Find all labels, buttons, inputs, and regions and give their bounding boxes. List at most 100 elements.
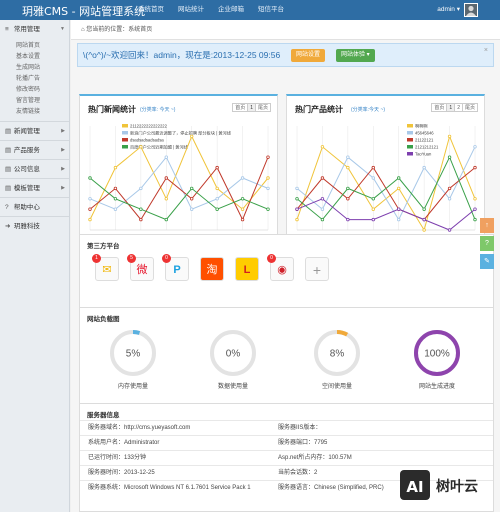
data-point	[88, 207, 92, 211]
mail-glyph: ✉	[102, 264, 112, 276]
notification-badge: 0	[267, 254, 276, 263]
data-point	[295, 207, 299, 211]
gauge-value: 8%	[330, 349, 345, 360]
close-icon[interactable]: ×	[484, 47, 488, 54]
gauge-label: 数据使用量	[217, 384, 248, 390]
sidebar-group-products[interactable]: ▤ 产品服务 ▶	[0, 140, 69, 159]
mail-icon[interactable]: ✉ 1	[92, 254, 119, 281]
memory-gauge: 5% 内存使用量	[108, 328, 158, 390]
app-logo[interactable]: 玥雅CMS - 网站管理系统	[22, 3, 145, 19]
info-cell: 当前会话数：2	[278, 470, 318, 476]
data-point	[139, 186, 143, 191]
weibo2-icon[interactable]: ◉ 0	[267, 254, 294, 281]
add-icon[interactable]: +	[305, 257, 329, 281]
info-cell: 服务器IIS版本：	[278, 425, 322, 431]
data-point	[422, 217, 426, 222]
data-point	[266, 176, 270, 180]
chevron-right-icon: ▶	[61, 185, 65, 191]
edit-icon: ✎	[484, 258, 490, 265]
data-point	[190, 186, 194, 191]
info-row: 系统用户名：Administrator 服务器端口：7795	[80, 435, 493, 450]
sidebar-group-label: 产品服务	[13, 147, 40, 154]
taobao-glyph: 淘	[206, 264, 218, 276]
legend-label: 21122121	[415, 138, 434, 143]
sidebar-group-news[interactable]: ▤ 新闻管理 ▶	[0, 121, 69, 140]
list-icon: ▤	[5, 147, 12, 154]
weibo-icon[interactable]: 微 5	[127, 254, 154, 281]
section-title: 第三方平台	[87, 243, 120, 250]
user-menu[interactable]: admin ▾	[437, 0, 460, 20]
nav-item-home[interactable]: 系统首页	[131, 0, 171, 20]
pager-last[interactable]: 尾页	[254, 103, 271, 112]
sidebar-group-company[interactable]: ▤ 公司信息 ▶	[0, 159, 69, 178]
sidebar-item-banner[interactable]: 轮播广告	[0, 74, 69, 85]
data-point	[397, 176, 401, 180]
chart-pager: 首页 1 2 尾页	[431, 103, 478, 112]
data-point	[164, 176, 168, 180]
data-point	[240, 217, 245, 222]
gauge-label: 网站生成进度	[418, 384, 455, 390]
sidebar-group-common[interactable]: ≡ 常用管理 ▼	[0, 20, 69, 39]
list-icon: ▤	[5, 185, 12, 192]
data-point	[371, 176, 375, 180]
l-app-icon[interactable]: L	[235, 257, 259, 281]
gauge-value: 5%	[126, 349, 141, 360]
data-point	[164, 217, 168, 222]
sidebar-group-templates[interactable]: ▤ 模板管理 ▶	[0, 178, 69, 197]
sidebar-group-label: 新闻管理	[13, 128, 40, 135]
sidebar-item-settings[interactable]: 基本设置	[0, 52, 69, 63]
progress-gauge: 100% 网站生成进度	[412, 328, 462, 390]
taobao-icon[interactable]: 淘	[200, 257, 224, 281]
feedback-button[interactable]: ✎	[480, 254, 494, 269]
chart-subtitle[interactable]: (分类率: 今天 ~)	[140, 106, 175, 113]
nav-item-mail[interactable]: 企业邮箱	[211, 0, 251, 20]
legend-swatch	[122, 124, 128, 128]
sidebar-item-password[interactable]: 修改密码	[0, 85, 69, 96]
data-point	[320, 207, 325, 211]
avatar[interactable]	[464, 3, 478, 17]
third-party-section: 第三方平台 ✉ 1 微 5 P 0 淘 L ◉ 0 +	[79, 234, 494, 308]
chart-title: 热门新闻统计	[88, 105, 136, 114]
site-experience-button[interactable]: 网站体验 ▾	[336, 49, 375, 62]
sidebar-item-messages[interactable]: 留言管理	[0, 96, 69, 107]
help-button[interactable]: ?	[480, 236, 494, 251]
data-point	[397, 207, 401, 211]
chart-subtitle[interactable]: (分类率:今天 ~)	[351, 106, 385, 113]
data-point	[113, 186, 118, 191]
pp-icon[interactable]: P 0	[162, 254, 189, 281]
data-point	[266, 155, 270, 159]
sidebar-group-company-link[interactable]: ➜ 玥雅科技	[0, 216, 69, 235]
chevron-down-icon: ▼	[60, 26, 65, 32]
data-point	[295, 217, 299, 222]
back-to-top-button[interactable]: ↑	[480, 218, 494, 233]
pager-first[interactable]: 首页	[431, 103, 448, 112]
section-title: 网站负载图	[87, 316, 120, 323]
pager-first[interactable]: 首页	[232, 103, 249, 112]
sidebar: ≡ 常用管理 ▼ 网站首页 基本设置 生成网站 轮播广告 修改密码 留言管理 友…	[0, 20, 70, 512]
data-point	[473, 207, 477, 211]
top-nav: 系统首页 网站统计 企业邮箱 短信平台	[131, 0, 291, 20]
sidebar-item-generate[interactable]: 生成网站	[0, 63, 69, 74]
data-point	[139, 207, 143, 211]
weibo-glyph: 微	[136, 264, 148, 276]
nav-item-stats[interactable]: 网站统计	[171, 0, 211, 20]
data-point	[346, 186, 350, 191]
watermark-text: 树叶云	[436, 478, 478, 495]
data-point	[139, 145, 143, 149]
info-cell: 服务器系统：Microsoft Windows NT 6.1.7601 Serv…	[88, 485, 251, 491]
data-point	[397, 186, 401, 191]
data-point	[164, 155, 168, 159]
data-point	[320, 197, 325, 201]
data-point	[346, 197, 350, 201]
site-settings-button[interactable]: 网站设置	[291, 49, 326, 62]
sidebar-item-home[interactable]: 网站首页	[0, 41, 69, 52]
data-point	[240, 207, 245, 211]
nav-item-sms[interactable]: 短信平台	[251, 0, 291, 20]
legend-label: 45645646	[415, 131, 434, 136]
sidebar-item-links[interactable]: 友情链接	[0, 107, 69, 118]
notification-badge: 1	[92, 254, 101, 263]
info-cell: 服务器端口：7795	[278, 440, 328, 446]
sidebar-group-help[interactable]: ? 帮助中心	[0, 197, 69, 216]
pager-last[interactable]: 尾页	[461, 103, 478, 112]
news-chart-panel: 热门新闻统计 (分类率: 今天 ~) 首页 1 尾页 2112222222222…	[79, 94, 278, 244]
